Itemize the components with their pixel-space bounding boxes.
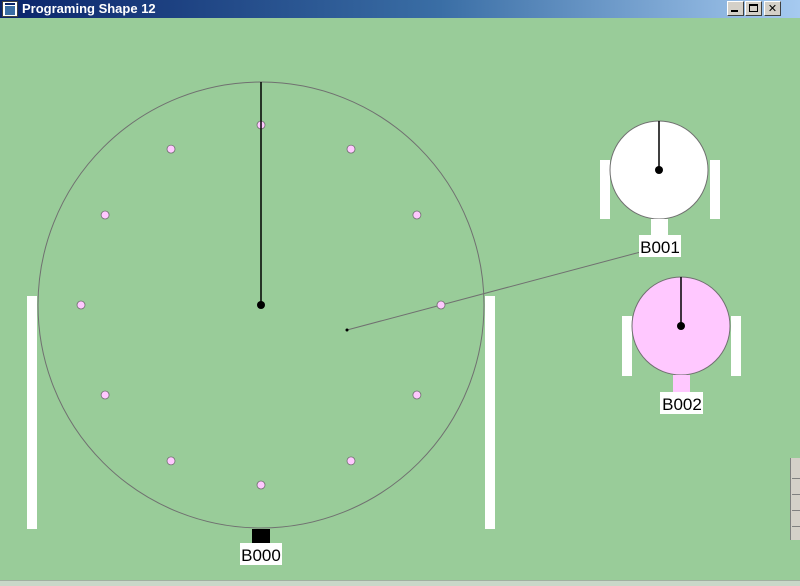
small-dial-b001[interactable]: B001 [600,120,720,257]
hour-marker [166,456,176,466]
hour-marker [100,390,110,400]
hour-marker [346,144,356,154]
drawing-canvas[interactable]: B000 B001 B002 [0,18,800,580]
right-bar [485,296,495,529]
hour-marker [256,480,266,490]
hour-marker [76,300,86,310]
maximize-icon [749,4,758,12]
b001-left-bar [600,160,610,219]
scrollbar-stub[interactable] [790,458,800,540]
minimize-icon [731,10,738,12]
close-button[interactable]: ✕ [764,1,781,16]
title-bar[interactable]: Programing Shape 12 ✕ [0,0,800,18]
minimize-button[interactable] [727,1,744,16]
close-icon: ✕ [767,2,778,15]
b001-right-bar [710,160,720,219]
dial-label-b002: B002 [662,395,702,414]
hour-marker [412,210,422,220]
hour-marker [436,300,446,310]
b002-pivot [677,322,685,330]
hour-marker [166,144,176,154]
small-dial-b002[interactable]: B002 [622,276,741,414]
large-dial-b000[interactable]: B000 [27,81,495,565]
dial-label-b000: B000 [241,546,281,565]
maximize-button[interactable] [745,1,762,16]
hour-marker [100,210,110,220]
b002-stem [673,375,690,392]
window-title: Programing Shape 12 [22,1,156,16]
dial-base-block [252,529,270,543]
dial-label-b001: B001 [640,238,680,257]
b002-right-bar [731,316,741,376]
window-bottom-edge [0,580,800,586]
b001-stem [651,219,668,235]
app-icon[interactable] [2,1,18,17]
connector-line [346,249,649,331]
left-bar [27,296,37,529]
hour-marker [412,390,422,400]
hour-marker [346,456,356,466]
connector-anchor [345,328,349,332]
hand-pivot [257,301,265,309]
b001-pivot [655,166,663,174]
b002-left-bar [622,316,632,376]
